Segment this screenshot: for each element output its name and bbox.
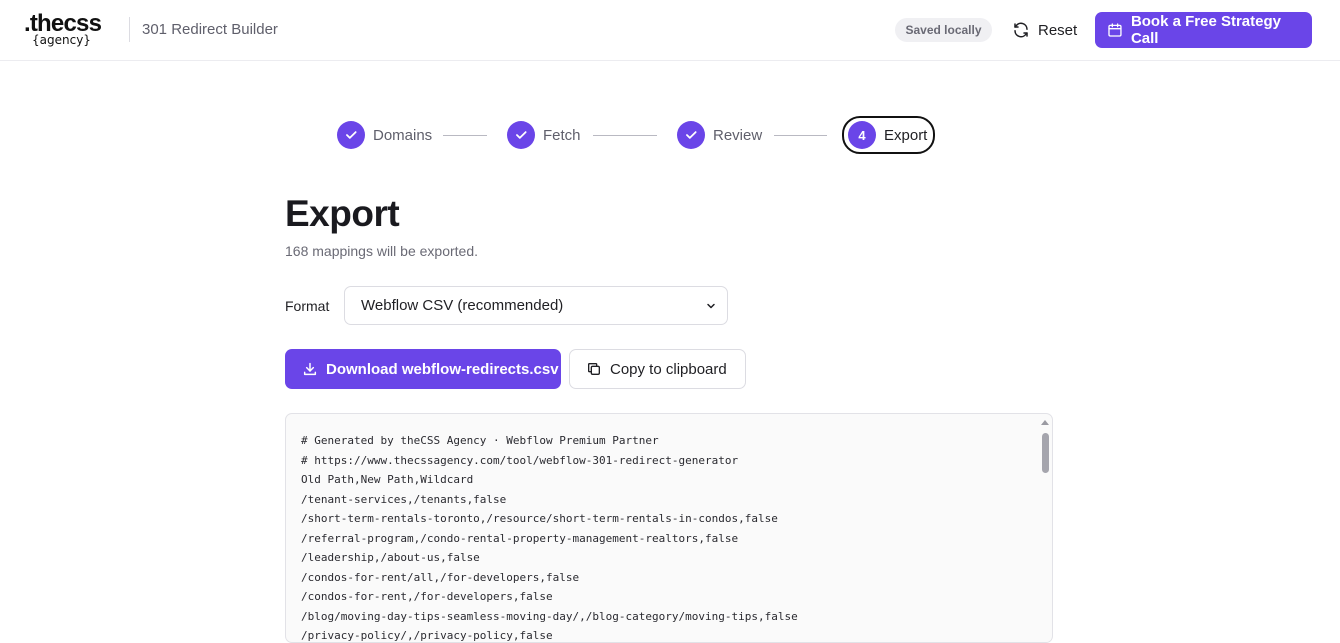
- copy-label: Copy to clipboard: [610, 360, 727, 378]
- reset-label: Reset: [1038, 21, 1078, 39]
- copy-icon: [588, 363, 600, 375]
- reset-button[interactable]: Reset: [1008, 14, 1084, 46]
- step-number-circle: 4: [848, 121, 876, 149]
- download-icon: [303, 362, 317, 376]
- output-line: /short-term-rentals-toronto,/resource/sh…: [301, 512, 778, 525]
- scroll-up-arrow-icon[interactable]: [1041, 420, 1049, 425]
- page-title: Export: [285, 193, 400, 234]
- scroll-thumb[interactable]: [1042, 433, 1049, 473]
- output-scrollbar[interactable]: [1039, 416, 1051, 642]
- refresh-icon: [1014, 22, 1028, 38]
- output-line: # Generated by theCSS Agency · Webflow P…: [301, 434, 659, 447]
- check-icon: [346, 131, 357, 139]
- output-line: # https://www.thecssagency.com/tool/webf…: [301, 453, 739, 467]
- output-lines: # Generated by theCSS Agency · Webflow P…: [301, 431, 798, 642]
- export-output-textarea[interactable]: # Generated by theCSS Agency · Webflow P…: [285, 413, 1053, 643]
- step-label: Review: [713, 126, 763, 144]
- output-line: /privacy-policy/,/privacy-policy,false: [301, 629, 553, 642]
- step-connector: [593, 135, 657, 136]
- output-line: Old Path,New Path,Wildcard: [301, 473, 474, 486]
- app-title: 301 Redirect Builder: [142, 21, 278, 38]
- download-csv-button[interactable]: Download webflow-redirects.csv: [285, 349, 561, 389]
- progress-stepper: Domains Fetch Review 4 Export: [336, 116, 936, 154]
- calendar-icon: [1108, 23, 1122, 37]
- brand-logo[interactable]: .thecss {agency}: [24, 11, 118, 47]
- step-fetch[interactable]: Fetch: [507, 118, 581, 152]
- step-connector: [443, 135, 487, 136]
- chevron-down-icon: [707, 303, 715, 308]
- format-selected-value: Webflow CSV (recommended): [361, 297, 564, 314]
- step-complete-circle: [337, 121, 365, 149]
- check-icon: [516, 131, 527, 139]
- download-label: Download webflow-redirects.csv: [326, 360, 559, 378]
- top-bar: .thecss {agency} 301 Redirect Builder Sa…: [0, 0, 1340, 61]
- output-line: /leadership,/about-us,false: [301, 551, 480, 564]
- step-complete-circle: [677, 121, 705, 149]
- output-line: /blog/moving-day-tips-seamless-moving-da…: [301, 609, 798, 623]
- book-strategy-call-button[interactable]: Book a Free Strategy Call: [1095, 12, 1312, 48]
- check-icon: [686, 131, 697, 139]
- output-line: /condos-for-rent/all,/for-developers,fal…: [301, 570, 580, 584]
- output-line: /tenant-services,/tenants,false: [301, 492, 507, 506]
- step-number: 4: [858, 127, 866, 143]
- saved-status-badge: Saved locally: [895, 18, 992, 42]
- step-label: Export: [884, 126, 928, 144]
- output-line: /referral-program,/condo-rental-property…: [301, 531, 739, 545]
- step-review[interactable]: Review: [677, 118, 762, 152]
- copy-to-clipboard-button[interactable]: Copy to clipboard: [569, 349, 746, 389]
- cta-label: Book a Free Strategy Call: [1130, 13, 1281, 47]
- step-complete-circle: [507, 121, 535, 149]
- format-label: Format: [285, 298, 330, 314]
- step-domains[interactable]: Domains: [337, 118, 432, 152]
- format-select[interactable]: Webflow CSV (recommended): [344, 286, 728, 325]
- step-label: Fetch: [543, 126, 581, 144]
- step-connector: [774, 135, 827, 136]
- step-export[interactable]: 4 Export: [842, 116, 936, 154]
- logo-tagline: {agency}: [32, 33, 91, 47]
- header-divider: [129, 17, 130, 42]
- step-label: Domains: [373, 126, 433, 144]
- output-line: /condos-for-rent,/for-developers,false: [301, 590, 553, 603]
- export-count-text: 168 mappings will be exported.: [285, 243, 479, 259]
